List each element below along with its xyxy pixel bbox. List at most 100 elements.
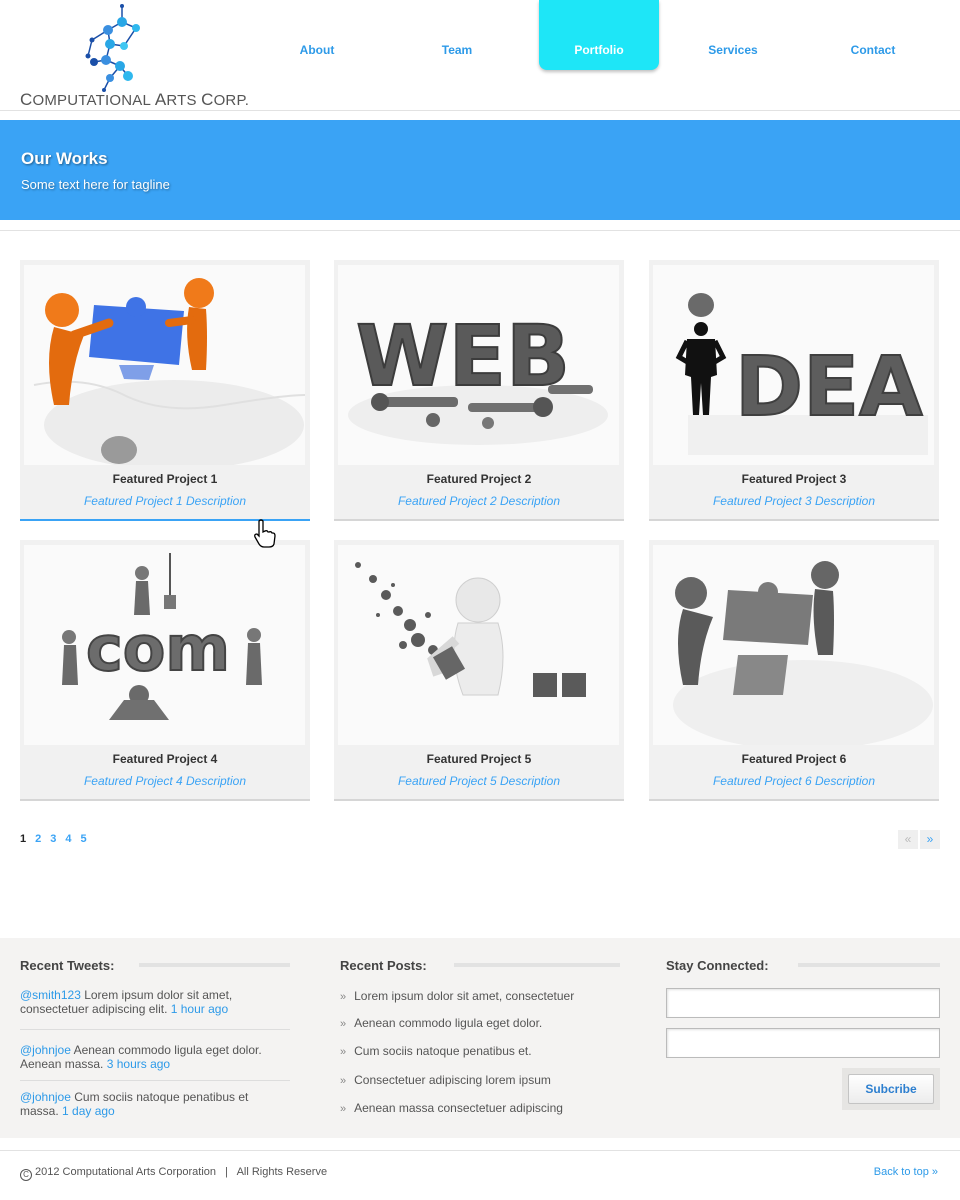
back-to-top-link[interactable]: Back to top » — [874, 1166, 938, 1178]
project-description[interactable]: Featured Project 5 Description — [334, 774, 624, 788]
project-card-1[interactable]: Featured Project 1 Featured Project 1 De… — [20, 260, 310, 521]
posts-heading: Recent Posts: — [340, 958, 427, 973]
page-link-5[interactable]: 5 — [81, 833, 87, 845]
paint-splash-figure-icon — [338, 545, 619, 745]
subscribe-button[interactable]: Subcribe — [848, 1074, 934, 1104]
nav-item-portfolio[interactable]: Portfolio — [539, 0, 659, 70]
tweet-2: @johnjoe Aenean commodo ligula eget dolo… — [20, 1043, 290, 1071]
tweet-divider — [20, 1029, 290, 1030]
nav-item-services[interactable]: Services — [688, 0, 778, 70]
post-title: Consectetuer adipiscing lorem ipsum — [354, 1073, 551, 1087]
project-thumbnail-5[interactable] — [338, 545, 619, 745]
post-link-4[interactable]: » Consectetuer adipiscing lorem ipsum — [340, 1073, 551, 1087]
project-title[interactable]: Featured Project 1 — [20, 472, 310, 486]
grey-figures-puzzle-icon — [653, 545, 934, 745]
tweets-heading: Recent Tweets: — [20, 958, 115, 973]
project-card-3[interactable]: DEA Featured Project 3 Featured Project … — [649, 260, 939, 521]
nav-item-team[interactable]: Team — [412, 0, 502, 70]
project-card-6[interactable]: Featured Project 6 Featured Project 6 De… — [649, 540, 939, 801]
brand-initial-3: C — [201, 90, 214, 109]
chevron-right-icon: » — [340, 1075, 347, 1087]
post-link-5[interactable]: » Aenean massa consectetuer adipiscing — [340, 1101, 563, 1115]
header-divider — [0, 110, 960, 111]
project-thumbnail-1[interactable] — [24, 265, 305, 465]
page-link-1[interactable]: 1 — [20, 833, 26, 845]
site-header: COMPUTATIONAL ARTS CORP. About Team Port… — [0, 0, 960, 110]
project-title[interactable]: Featured Project 4 — [20, 752, 310, 766]
post-link-3[interactable]: » Cum sociis natoque penatibus et. — [340, 1044, 532, 1058]
idea-businessman-icon: DEA — [653, 265, 934, 465]
com-construction-icon: com — [24, 545, 305, 745]
chevron-right-icon: » — [340, 1103, 347, 1115]
nav-item-contact[interactable]: Contact — [828, 0, 918, 70]
tweet-3: @johnjoe Cum sociis natoque penatibus et… — [20, 1090, 290, 1118]
project-description[interactable]: Featured Project 4 Description — [20, 774, 310, 788]
page-tagline: Some text here for tagline — [21, 177, 170, 192]
project-description[interactable]: Featured Project 2 Description — [334, 494, 624, 508]
project-title[interactable]: Featured Project 6 — [649, 752, 939, 766]
svg-text:WEB: WEB — [356, 307, 570, 405]
brand-part-1: OMPUTATIONAL — [32, 92, 155, 109]
connect-heading-rule — [798, 963, 940, 967]
orange-figures-puzzle-icon — [24, 265, 305, 465]
tweet-user-link[interactable]: @smith123 — [20, 988, 81, 1002]
project-title[interactable]: Featured Project 2 — [334, 472, 624, 486]
tweet-user-link[interactable]: @johnjoe — [20, 1043, 71, 1057]
name-field[interactable] — [666, 988, 940, 1018]
copyright: C 2012 Computational Arts Corporation | A… — [20, 1166, 327, 1181]
project-title[interactable]: Featured Project 3 — [649, 472, 939, 486]
svg-text:com: com — [86, 612, 230, 685]
tweet-user-link[interactable]: @johnjoe — [20, 1090, 71, 1104]
tweet-1: @smith123 Lorem ipsum dolor sit amet, co… — [20, 988, 290, 1016]
subscribe-button-frame: Subcribe — [842, 1068, 940, 1110]
brand-part-2: RTS — [166, 92, 202, 109]
project-thumbnail-2[interactable]: WEB — [338, 265, 619, 465]
brand-initial-1: C — [20, 90, 33, 109]
copyright-text: 2012 Computational Arts Corporation | Al… — [35, 1166, 328, 1178]
tweet-divider — [20, 1080, 290, 1081]
chevron-right-icon: » — [340, 991, 347, 1003]
next-page-button[interactable]: » — [920, 830, 940, 849]
chevron-right-icon: » — [340, 1046, 347, 1058]
pagination: 12345 — [20, 833, 96, 845]
tweet-time-link[interactable]: 3 hours ago — [107, 1057, 170, 1071]
page-banner: Our Works Some text here for tagline — [0, 120, 960, 220]
email-field[interactable] — [666, 1028, 940, 1058]
tweets-heading-rule — [139, 963, 290, 967]
post-title: Aenean commodo ligula eget dolor. — [354, 1016, 543, 1030]
brand-initial-2: A — [154, 90, 167, 109]
tweet-time-link[interactable]: 1 hour ago — [171, 1002, 228, 1016]
hand-pointer-icon — [254, 519, 276, 548]
nav-item-about[interactable]: About — [272, 0, 362, 70]
molecule-logo-icon[interactable] — [80, 2, 152, 94]
prev-page-button[interactable]: « — [898, 830, 918, 849]
copyright-icon: C — [20, 1169, 32, 1181]
connect-heading: Stay Connected: — [666, 958, 769, 973]
footer-divider — [0, 1150, 960, 1151]
page-link-4[interactable]: 4 — [65, 833, 71, 845]
project-thumbnail-4[interactable]: com — [24, 545, 305, 745]
footer-widgets: Recent Tweets: @smith123 Lorem ipsum dol… — [0, 938, 960, 1138]
project-description[interactable]: Featured Project 1 Description — [20, 494, 310, 508]
post-link-2[interactable]: » Aenean commodo ligula eget dolor. — [340, 1016, 542, 1030]
page-link-2[interactable]: 2 — [35, 833, 41, 845]
project-thumbnail-3[interactable]: DEA — [653, 265, 934, 465]
page-link-3[interactable]: 3 — [50, 833, 56, 845]
project-title[interactable]: Featured Project 5 — [334, 752, 624, 766]
tweet-time-link[interactable]: 1 day ago — [62, 1104, 115, 1118]
project-thumbnail-6[interactable] — [653, 545, 934, 745]
svg-text:DEA: DEA — [735, 340, 923, 435]
project-card-2[interactable]: WEB Featured Project 2 Featured Project … — [334, 260, 624, 521]
post-title: Aenean massa consectetuer adipiscing — [354, 1101, 563, 1115]
project-description[interactable]: Featured Project 6 Description — [649, 774, 939, 788]
banner-divider — [0, 230, 960, 231]
project-card-4[interactable]: com Featured Project 4 Featured Project … — [20, 540, 310, 801]
page-title: Our Works — [21, 149, 108, 168]
web-letters-tools-icon: WEB — [338, 265, 619, 465]
project-description[interactable]: Featured Project 3 Description — [649, 494, 939, 508]
post-link-1[interactable]: » Lorem ipsum dolor sit amet, consectetue… — [340, 989, 574, 1003]
brand-name[interactable]: COMPUTATIONAL ARTS CORP. — [20, 90, 249, 110]
project-card-5[interactable]: Featured Project 5 Featured Project 5 De… — [334, 540, 624, 801]
chevron-right-icon: » — [340, 1018, 347, 1030]
brand-part-3: ORP. — [213, 92, 250, 109]
